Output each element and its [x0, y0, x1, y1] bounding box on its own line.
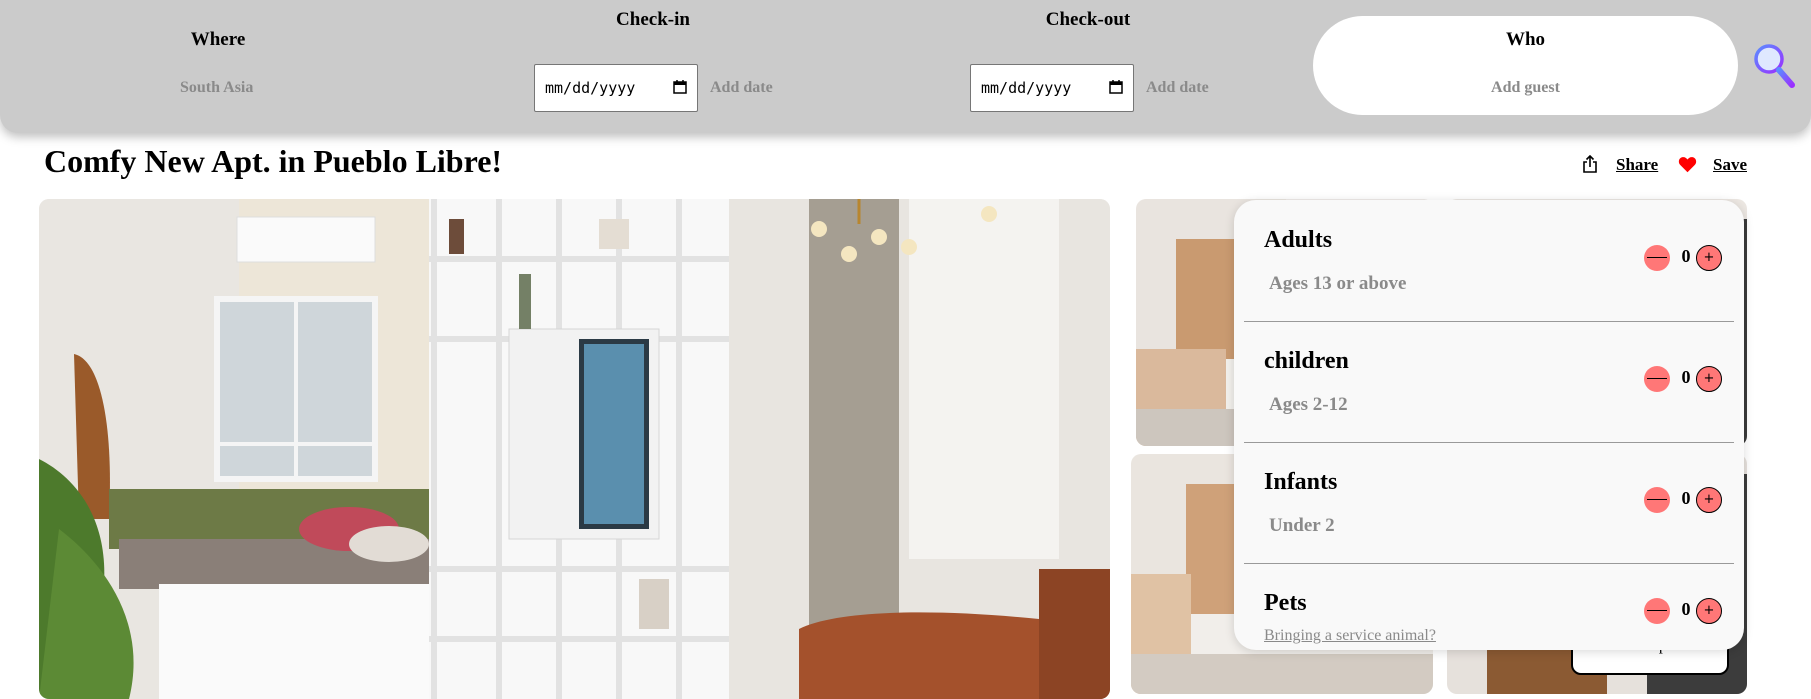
checkout-date-input[interactable]: mm/dd/yyyy: [970, 64, 1134, 112]
guest-subtitle: Ages 2-12: [1269, 394, 1348, 415]
decrement-button[interactable]: [1644, 598, 1670, 624]
guest-count: 0: [1681, 599, 1691, 619]
increment-button[interactable]: +: [1696, 598, 1722, 624]
checkout-placeholder: mm/dd/yyyy: [981, 79, 1072, 97]
who-value: Add guest: [1491, 79, 1560, 96]
plus-icon: +: [1703, 250, 1715, 265]
increment-button[interactable]: +: [1696, 487, 1722, 513]
guest-title: Infants: [1264, 469, 1338, 495]
where-label: Where: [190, 29, 246, 50]
guest-count: 0: [1681, 246, 1691, 266]
plus-icon: +: [1703, 492, 1715, 507]
checkin-label: Check-in: [616, 9, 690, 30]
who-field[interactable]: Who Add guest: [1313, 16, 1738, 115]
decrement-button[interactable]: [1644, 366, 1670, 392]
checkin-date-input[interactable]: mm/dd/yyyy: [534, 64, 698, 112]
guest-subtitle: Ages 13 or above: [1269, 273, 1407, 294]
calendar-icon[interactable]: [673, 80, 687, 94]
decrement-button[interactable]: [1644, 245, 1670, 271]
guest-count: 0: [1681, 367, 1691, 387]
increment-button[interactable]: +: [1696, 245, 1722, 271]
guest-row-children: children Ages 2-12 0 +: [1244, 321, 1734, 443]
guest-title: Adults: [1264, 227, 1333, 253]
listing-title: Comfy New Apt. in Pueblo Libre!: [44, 143, 503, 179]
search-icon[interactable]: [1752, 42, 1796, 90]
search-bar: Where South Asia Check-in mm/dd/yyyy Add…: [0, 0, 1811, 133]
guest-row-pets: Pets Bringing a service animal? 0 +: [1244, 563, 1734, 650]
guest-title: children: [1264, 348, 1349, 374]
guests-dropdown: Adults Ages 13 or above 0 + children Age…: [1234, 200, 1744, 650]
decrement-button[interactable]: [1644, 487, 1670, 513]
guest-row-adults: Adults Ages 13 or above 0 +: [1244, 200, 1734, 322]
who-label: Who: [1505, 29, 1546, 50]
checkout-add-date[interactable]: Add date: [1146, 79, 1209, 97]
guest-title: Pets: [1264, 590, 1307, 616]
increment-button[interactable]: +: [1696, 366, 1722, 392]
heart-icon[interactable]: [1678, 156, 1697, 173]
checkin-add-date[interactable]: Add date: [710, 79, 773, 97]
main-photo[interactable]: [39, 199, 1110, 699]
share-icon[interactable]: [1582, 155, 1598, 174]
guest-subtitle: Under 2: [1269, 515, 1335, 536]
service-animal-link[interactable]: Bringing a service animal?: [1264, 627, 1436, 645]
checkout-label: Check-out: [1045, 9, 1131, 30]
where-value[interactable]: South Asia: [180, 79, 253, 97]
living-room-image: [39, 199, 1110, 699]
save-button[interactable]: Save: [1713, 155, 1747, 175]
share-button[interactable]: Share: [1616, 155, 1658, 175]
calendar-icon[interactable]: [1109, 80, 1123, 94]
guest-count: 0: [1681, 488, 1691, 508]
plus-icon: +: [1703, 603, 1715, 618]
plus-icon: +: [1703, 371, 1715, 386]
guest-row-infants: Infants Under 2 0 +: [1244, 442, 1734, 564]
checkin-placeholder: mm/dd/yyyy: [545, 79, 636, 97]
